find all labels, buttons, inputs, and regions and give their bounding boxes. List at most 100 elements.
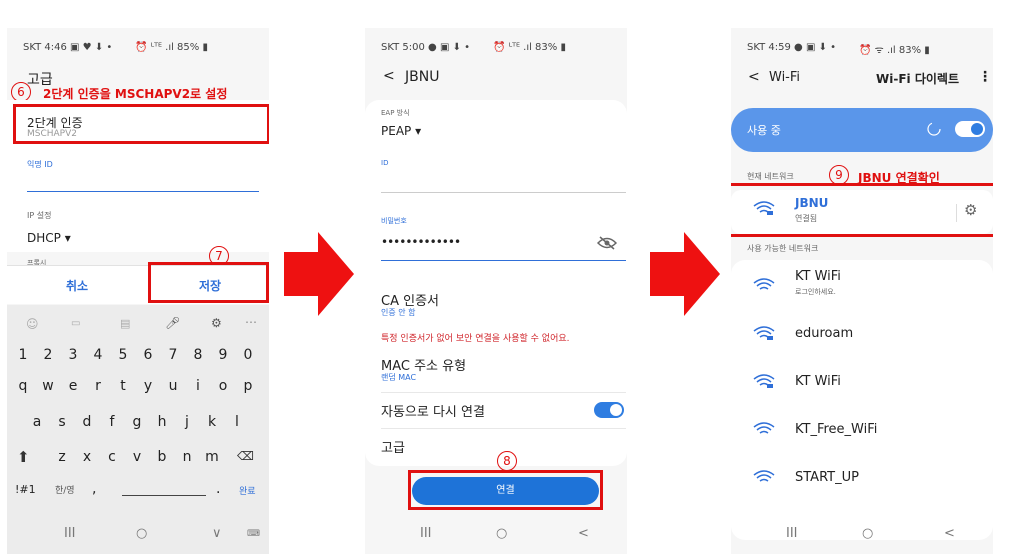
keyboard-key[interactable]: x	[77, 444, 97, 470]
home-button[interactable]: ○	[496, 526, 507, 541]
keyboard-icon[interactable]: ⌨	[247, 529, 260, 539]
keyboard-key[interactable]: 5	[113, 342, 133, 368]
recents-button[interactable]: III	[64, 526, 76, 541]
period-key[interactable]: .	[216, 481, 220, 497]
keyboard-key[interactable]: 7	[163, 342, 183, 368]
network-name: START_UP	[795, 470, 859, 485]
keyboard-key[interactable]: p	[238, 373, 258, 399]
ip-settings-select[interactable]: DHCP ▾	[27, 231, 71, 245]
keyboard-key[interactable]: b	[152, 444, 172, 470]
keyboard-key[interactable]: 2	[38, 342, 58, 368]
emoji-icon[interactable]: ☺	[26, 317, 39, 331]
keyboard-key[interactable]: u	[163, 373, 183, 399]
gear-icon[interactable]: ⚙	[211, 316, 222, 330]
phone-screen-network-settings: SKT 5:00 ● ▣ ⬇ • ⏰ ᴸᵀᴱ .ıl 83% ▮ < JBNU …	[365, 28, 627, 554]
keyboard-key[interactable]: h	[152, 409, 172, 435]
step-7-highlight	[148, 262, 269, 303]
done-key[interactable]: 완료	[239, 484, 256, 497]
eye-off-icon[interactable]	[597, 236, 617, 250]
keyboard-key[interactable]: o	[213, 373, 233, 399]
keyboard-key[interactable]: l	[227, 409, 247, 435]
space-key[interactable]	[122, 481, 206, 496]
advanced-label[interactable]: 고급	[381, 437, 405, 456]
network-name: eduroam	[795, 326, 854, 341]
network-list-item[interactable]	[731, 363, 993, 407]
keyboard-key[interactable]: m	[202, 444, 222, 470]
backspace-key[interactable]: ⌫	[237, 449, 254, 463]
phone-screen-advanced-settings: SKT 4:46 ▣ ♥ ⬇ • ⏰ ᴸᵀᴱ .ıl 85% ▮ 고급 6 2단…	[7, 28, 269, 554]
keyboard-key[interactable]: q	[13, 373, 33, 399]
shift-key[interactable]: ⬆	[17, 448, 30, 466]
keyboard-key[interactable]: t	[113, 373, 133, 399]
comma-key[interactable]: ,	[92, 481, 96, 497]
network-list-item[interactable]	[731, 267, 993, 311]
keyboard-key[interactable]: y	[138, 373, 158, 399]
keyboard-key[interactable]: 0	[238, 342, 258, 368]
keyboard-key[interactable]: d	[77, 409, 97, 435]
back-button[interactable]: <	[383, 68, 395, 84]
keyboard-key[interactable]: v	[127, 444, 147, 470]
step-6-highlight	[13, 104, 269, 144]
keyboard-key[interactable]: 1	[13, 342, 33, 368]
cancel-button[interactable]: 취소	[66, 277, 88, 294]
in-use-label: 사용 중	[747, 124, 781, 137]
id-input[interactable]	[381, 192, 626, 193]
keyboard-key[interactable]: z	[52, 444, 72, 470]
clipboard-icon[interactable]: ▤	[120, 317, 130, 330]
keyboard-key[interactable]: i	[188, 373, 208, 399]
auto-reconnect-toggle[interactable]	[594, 402, 624, 418]
network-list-item[interactable]	[731, 315, 993, 359]
step-6-marker: 6	[11, 82, 31, 102]
keyboard-key[interactable]: j	[177, 409, 197, 435]
keyboard-key[interactable]: 8	[188, 342, 208, 368]
sticker-icon[interactable]: ▭	[71, 318, 80, 329]
network-name: KT_Free_WiFi	[795, 422, 878, 437]
status-bar: SKT 4:59 ● ▣ ⬇ • ⏰ ᯤ .ıl 83% ▮	[747, 42, 930, 56]
eap-method-select[interactable]: PEAP ▾	[381, 124, 421, 138]
back-nav-button[interactable]: <	[944, 526, 955, 541]
home-button[interactable]: ○	[136, 526, 147, 541]
keyboard-key[interactable]: g	[127, 409, 147, 435]
keyboard-key[interactable]: s	[52, 409, 72, 435]
nav-bar: III ○ ∨ ⌨	[7, 516, 269, 554]
symbols-key[interactable]: !#1	[15, 483, 36, 496]
network-list-item[interactable]	[731, 459, 993, 503]
step-8-marker: 8	[497, 451, 517, 471]
more-options-icon[interactable]: ⋮	[978, 69, 992, 85]
anonymous-id-input[interactable]	[27, 191, 259, 192]
divider	[381, 428, 626, 429]
keyboard-key[interactable]: 4	[88, 342, 108, 368]
language-key[interactable]: 한/영	[55, 483, 75, 496]
password-input[interactable]: •••••••••••••	[381, 235, 461, 249]
keyboard-key[interactable]: w	[38, 373, 58, 399]
step-9-highlight	[731, 183, 993, 237]
microphone-icon[interactable]: 🎤︎	[165, 316, 180, 330]
network-name: KT WiFi	[795, 269, 841, 284]
keyboard-key[interactable]: 3	[63, 342, 83, 368]
back-button[interactable]: <	[748, 69, 760, 85]
keyboard-key[interactable]: f	[102, 409, 122, 435]
password-label: 비밀번호	[381, 217, 407, 225]
home-button[interactable]: ○	[862, 526, 873, 541]
recents-button[interactable]: III	[420, 526, 432, 541]
keyboard-key[interactable]: n	[177, 444, 197, 470]
loading-spinner-icon	[927, 122, 941, 136]
wifi-toggle[interactable]	[955, 121, 985, 137]
divider	[381, 392, 626, 393]
status-bar: SKT 5:00 ● ▣ ⬇ • ⏰ ᴸᵀᴱ .ıl 83% ▮	[381, 42, 566, 53]
recents-button[interactable]: III	[786, 526, 798, 541]
keyboard-key[interactable]: a	[27, 409, 47, 435]
nav-bar: III ○ <	[731, 516, 993, 554]
hide-keyboard-button[interactable]: ∨	[212, 526, 222, 541]
keyboard-key[interactable]: r	[88, 373, 108, 399]
keyboard-key[interactable]: 6	[138, 342, 158, 368]
keyboard-key[interactable]: k	[202, 409, 222, 435]
id-label: ID	[381, 159, 389, 167]
keyboard-key[interactable]: 9	[213, 342, 233, 368]
anonymous-id-label: 익명 ID	[27, 160, 53, 169]
keyboard-key[interactable]: e	[63, 373, 83, 399]
wifi-direct-link[interactable]: Wi-Fi 다이렉트	[876, 70, 959, 87]
more-icon[interactable]: ⋯	[245, 315, 257, 329]
back-nav-button[interactable]: <	[578, 526, 589, 541]
keyboard-key[interactable]: c	[102, 444, 122, 470]
